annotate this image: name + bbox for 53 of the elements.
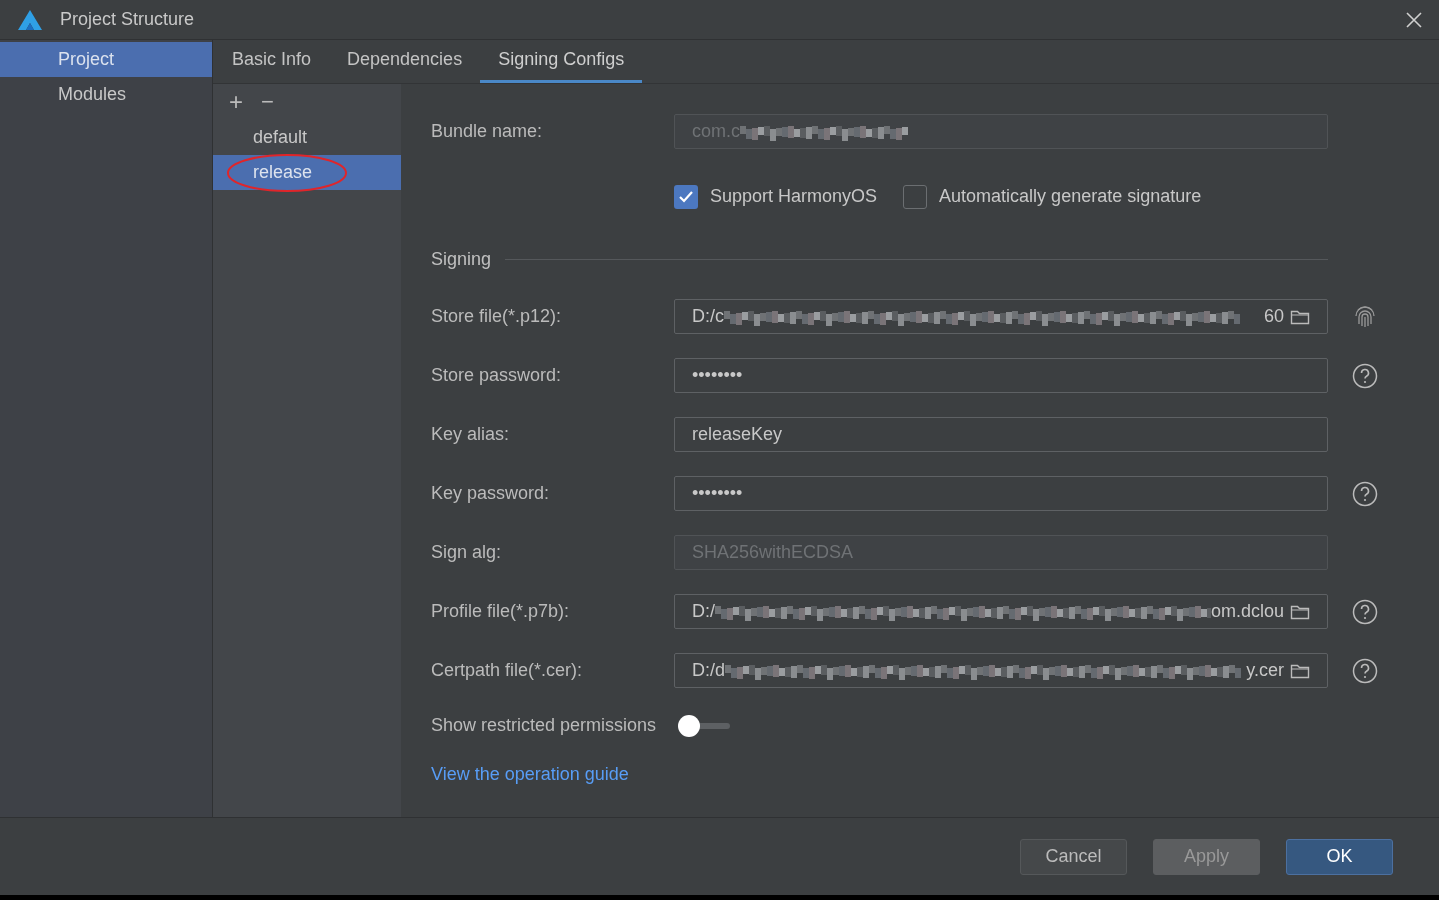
field-label: Profile file(*.p7b): bbox=[431, 600, 571, 623]
field-value: D:/c bbox=[692, 305, 724, 328]
field-value: •••••••• bbox=[692, 364, 743, 387]
input-field[interactable]: •••••••• bbox=[674, 476, 1328, 511]
window-title: Project Structure bbox=[60, 8, 195, 31]
input-field[interactable]: •••••••• bbox=[674, 358, 1328, 393]
input-field[interactable]: releaseKey bbox=[674, 417, 1328, 452]
field-label: Key alias: bbox=[431, 423, 511, 446]
input-field[interactable]: D:/d y.cer bbox=[674, 653, 1328, 688]
toggle-switch[interactable] bbox=[678, 713, 731, 738]
remove-button[interactable]: − bbox=[261, 91, 274, 113]
checkbox[interactable] bbox=[903, 184, 928, 209]
dialog-button[interactable]: Cancel bbox=[1020, 838, 1127, 875]
field-label: Key password: bbox=[431, 482, 551, 505]
folder-icon[interactable] bbox=[1290, 603, 1310, 620]
check-icon bbox=[678, 189, 694, 204]
guide-link[interactable]: View the operation guide bbox=[431, 761, 629, 788]
checkbox-label: Support HarmonyOS bbox=[710, 185, 878, 208]
sidebar-item[interactable]: Project bbox=[0, 42, 212, 77]
config-item[interactable]: default bbox=[213, 120, 401, 155]
field-label: Store password: bbox=[431, 364, 563, 387]
help-icon[interactable] bbox=[1351, 598, 1378, 625]
field-value: om.dclou bbox=[1210, 600, 1284, 623]
field-value: D:/d bbox=[692, 659, 725, 682]
field-value: D:/ bbox=[692, 600, 715, 623]
field-value: releaseKey bbox=[692, 423, 783, 446]
checkbox[interactable] bbox=[674, 184, 698, 209]
field-value: •••••••• bbox=[692, 482, 743, 505]
add-button[interactable]: + bbox=[229, 90, 243, 114]
folder-icon[interactable] bbox=[1290, 662, 1310, 679]
sidebar-item[interactable]: Modules bbox=[0, 77, 212, 112]
close-icon[interactable] bbox=[1405, 10, 1423, 29]
app-logo-icon bbox=[17, 8, 43, 31]
toggle-label: Show restricted permissions bbox=[431, 714, 657, 737]
help-icon[interactable] bbox=[1351, 362, 1378, 389]
input-field[interactable]: D:/ om.dclou bbox=[674, 594, 1328, 629]
help-icon[interactable] bbox=[1351, 480, 1378, 507]
field-label: Store file(*.p12): bbox=[431, 305, 563, 328]
tab[interactable]: Signing Configs bbox=[480, 39, 643, 83]
field-label: Sign alg: bbox=[431, 541, 503, 564]
dialog-button[interactable]: OK bbox=[1286, 838, 1393, 875]
folder-icon[interactable] bbox=[1290, 308, 1310, 325]
tab[interactable]: Basic Info bbox=[214, 39, 330, 83]
field-label: Certpath file(*.cer): bbox=[431, 659, 584, 682]
config-item[interactable]: release bbox=[213, 155, 401, 190]
field-value: y.cer bbox=[1246, 659, 1284, 682]
input-field[interactable]: D:/c 60 bbox=[674, 299, 1328, 334]
tab[interactable]: Dependencies bbox=[329, 39, 481, 83]
field-value: 60 bbox=[1263, 305, 1284, 328]
field-label: Bundle name: bbox=[431, 120, 544, 143]
section-title: Signing bbox=[431, 247, 492, 271]
checkbox-label: Automatically generate signature bbox=[939, 185, 1202, 208]
help-icon[interactable] bbox=[1351, 657, 1378, 684]
